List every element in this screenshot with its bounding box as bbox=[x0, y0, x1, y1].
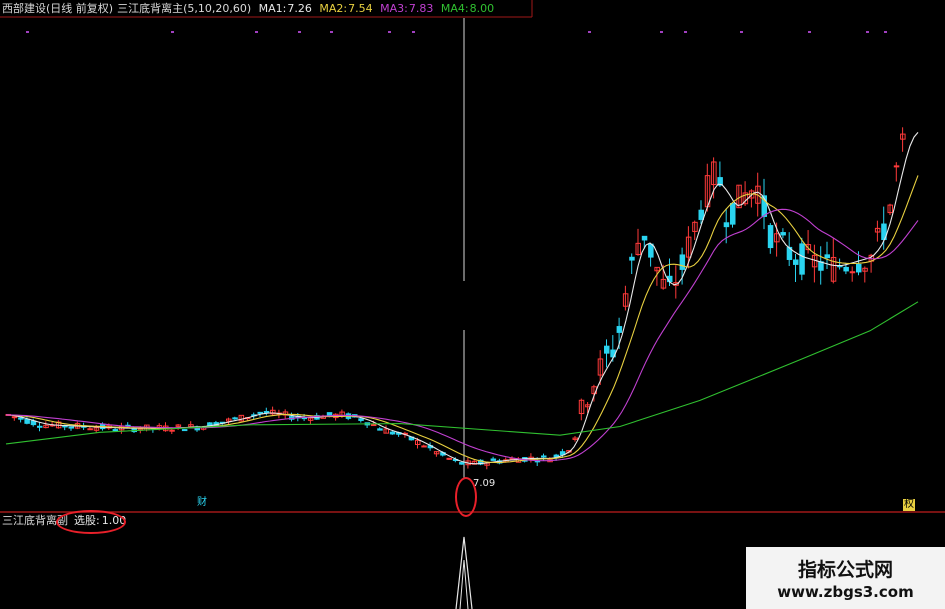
candle-body-36 bbox=[232, 417, 238, 420]
finance-marker[interactable]: 财 bbox=[196, 497, 208, 509]
ma2-value: 7.54 bbox=[348, 2, 373, 15]
ma4-label: MA4: bbox=[440, 2, 469, 15]
candle-body-107 bbox=[679, 254, 686, 270]
candle-body-70 bbox=[446, 457, 452, 460]
top-marker-3 bbox=[298, 31, 301, 33]
indicator-name: 三江底背离主 bbox=[117, 2, 184, 15]
candle-body-110 bbox=[698, 209, 704, 220]
watermark-title: 指标公式网 bbox=[797, 559, 893, 581]
candle-body-126 bbox=[799, 243, 805, 275]
top-marker-0 bbox=[26, 31, 29, 33]
ma3-label: MA3: bbox=[380, 2, 408, 15]
main-panel-header: 西部建设(日线 前复权) 三江底背离主(5,10,20,60) MA1:7.26 … bbox=[2, 2, 498, 16]
candlestick-chart[interactable] bbox=[0, 0, 945, 609]
candle-body-2 bbox=[18, 417, 24, 420]
candle-body-77 bbox=[490, 458, 497, 461]
candle-body-26 bbox=[169, 429, 175, 432]
top-marker-7 bbox=[588, 31, 591, 33]
candle-body-95 bbox=[604, 345, 610, 354]
candle-body-3 bbox=[24, 418, 30, 424]
candle-body-10 bbox=[68, 426, 74, 429]
indicator-params: (5,10,20,60) bbox=[183, 2, 252, 15]
top-marker-8 bbox=[660, 31, 663, 33]
candle-body-85 bbox=[541, 455, 547, 458]
candle-body-123 bbox=[780, 232, 786, 236]
top-marker-5 bbox=[388, 31, 391, 33]
top-marker-13 bbox=[884, 31, 887, 33]
candle-body-125 bbox=[793, 259, 799, 265]
watermark-box: 指标公式网 www.zbgs3.com bbox=[746, 547, 945, 609]
top-marker-4 bbox=[330, 31, 333, 33]
candle-body-134 bbox=[849, 271, 856, 274]
candle-body-99 bbox=[629, 256, 635, 261]
ma2-line bbox=[5, 175, 919, 464]
candle-body-66 bbox=[421, 445, 427, 448]
candle-body-97 bbox=[616, 326, 623, 333]
candle-body-5 bbox=[37, 425, 43, 428]
ma3-value: 7.83 bbox=[408, 2, 434, 15]
candle-body-114 bbox=[723, 222, 730, 228]
top-marker-10 bbox=[740, 31, 743, 33]
ma4-value: 8.00 bbox=[469, 2, 495, 15]
candle-body-130 bbox=[824, 254, 830, 259]
candle-body-58 bbox=[370, 424, 377, 427]
top-marker-12 bbox=[866, 31, 869, 33]
signal-highlight-oval bbox=[56, 510, 126, 534]
candle-body-72 bbox=[459, 462, 465, 465]
candle-body-101 bbox=[641, 235, 648, 241]
ma1-value: 7.26 bbox=[287, 2, 312, 15]
ma3-line bbox=[6, 208, 919, 462]
rights-marker[interactable]: 权 bbox=[903, 499, 915, 511]
candle-body-56 bbox=[358, 418, 364, 421]
watermark-url: www.zbgs3.com bbox=[777, 583, 914, 601]
candle-body-121 bbox=[767, 225, 774, 249]
ma1-label: MA1: bbox=[258, 2, 287, 15]
candle-body-59 bbox=[377, 428, 383, 431]
ma4-line bbox=[5, 301, 919, 445]
top-marker-11 bbox=[808, 31, 811, 33]
candle-body-17 bbox=[112, 429, 119, 432]
candle-body-40 bbox=[257, 411, 263, 414]
candle-body-28 bbox=[181, 429, 188, 432]
low-price-label: 7.09 bbox=[473, 478, 496, 489]
top-marker-2 bbox=[255, 31, 258, 33]
candle-body-141 bbox=[893, 165, 900, 168]
signal-spike bbox=[455, 536, 473, 609]
candle-body-102 bbox=[648, 243, 654, 258]
stock-title: 西部建设(日线 前复权) bbox=[2, 2, 114, 15]
candle-body-135 bbox=[856, 263, 862, 273]
top-marker-6 bbox=[412, 31, 415, 33]
top-marker-9 bbox=[684, 31, 687, 33]
candle-body-115 bbox=[730, 202, 736, 225]
ma1-line bbox=[5, 132, 919, 465]
candle-body-1 bbox=[11, 416, 18, 419]
candle-body-41 bbox=[263, 410, 270, 414]
candle-body-13 bbox=[87, 428, 93, 431]
top-marker-1 bbox=[171, 31, 174, 33]
candle-body-61 bbox=[389, 431, 396, 435]
ma2-label: MA2: bbox=[319, 2, 348, 15]
candle-body-133 bbox=[843, 266, 849, 272]
stock-chart-window: 西部建设(日线 前复权) 三江底背离主(5,10,20,60) MA1:7.26 … bbox=[0, 0, 945, 609]
